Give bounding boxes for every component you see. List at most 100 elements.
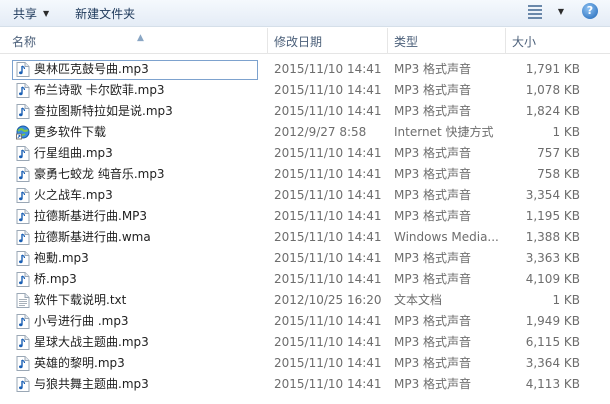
file-size: 1,078 KB — [525, 83, 580, 97]
file-size: 757 KB — [537, 146, 580, 160]
new-folder-button[interactable]: 新建文件夹 — [75, 2, 135, 25]
mp3-file-icon — [16, 377, 30, 392]
file-modified-date: 2015/11/10 14:41 — [274, 209, 382, 223]
file-name: 更多软件下载 — [34, 125, 107, 139]
file-name: 火之战车.mp3 — [34, 188, 113, 202]
file-row[interactable]: 行星组曲.mp3 2015/11/10 14:41 MP3 格式声音 757 KB — [0, 143, 610, 164]
file-row[interactable]: 拉德斯基进行曲.MP3 2015/11/10 14:41 MP3 格式声音 1,195… — [0, 206, 610, 227]
file-modified-date: 2015/11/10 14:41 — [274, 230, 382, 244]
file-row[interactable]: 软件下载说明.txt 2012/10/25 16:20 文本文档 1 KB — [0, 290, 610, 311]
share-button[interactable]: 共享 ▼ — [13, 2, 49, 25]
file-type: MP3 格式声音 — [394, 377, 472, 391]
mp3-file-icon — [16, 188, 30, 203]
file-row[interactable]: 查拉图斯特拉如是说.mp3 2015/11/10 14:41 MP3 格式声音 1,8… — [0, 101, 610, 122]
command-bar: 共享 ▼ 新建文件夹 ▼ ? — [0, 0, 610, 27]
file-name: 拉德斯基进行曲.wma — [34, 230, 151, 244]
file-row[interactable]: 布兰诗歌 卡尔欧菲.mp3 2015/11/10 14:41 MP3 格式声音 1,0… — [0, 80, 610, 101]
file-row[interactable]: 星球大战主题曲.mp3 2015/11/10 14:41 MP3 格式声音 6,115… — [0, 332, 610, 353]
file-modified-date: 2015/11/10 14:41 — [274, 167, 382, 181]
file-name: 豪勇七蛟龙 纯音乐.mp3 — [34, 167, 165, 181]
file-row[interactable]: 豪勇七蛟龙 纯音乐.mp3 2015/11/10 14:41 MP3 格式声音 758… — [0, 164, 610, 185]
column-header-size[interactable]: 大小 — [506, 28, 606, 54]
file-row[interactable]: 桥.mp3 2015/11/10 14:41 MP3 格式声音 4,109 KB — [0, 269, 610, 290]
help-icon[interactable]: ? — [582, 3, 598, 19]
file-modified-date: 2015/11/10 14:41 — [274, 356, 382, 370]
file-name: 小号进行曲 .mp3 — [34, 314, 129, 328]
file-row[interactable]: 袍勳.mp3 2015/11/10 14:41 MP3 格式声音 3,363 KB — [0, 248, 610, 269]
file-modified-date: 2015/11/10 14:41 — [274, 272, 382, 286]
file-size: 3,364 KB — [525, 356, 580, 370]
file-row[interactable]: 火之战车.mp3 2015/11/10 14:41 MP3 格式声音 3,354 KB — [0, 185, 610, 206]
file-size: 6,115 KB — [525, 335, 580, 349]
new-folder-label: 新建文件夹 — [75, 6, 136, 21]
mp3-file-icon — [16, 209, 30, 224]
file-size: 3,363 KB — [525, 251, 580, 265]
file-modified-date: 2015/11/10 14:41 — [274, 314, 382, 328]
file-modified-date: 2012/9/27 8:58 — [274, 125, 367, 139]
file-modified-date: 2015/11/10 14:41 — [274, 188, 382, 202]
file-row[interactable]: 拉德斯基进行曲.wma 2015/11/10 14:41 Windows Media… — [0, 227, 610, 248]
file-name: 桥.mp3 — [34, 272, 77, 286]
file-size: 1,388 KB — [525, 230, 580, 244]
column-header-date-label: 修改日期 — [274, 35, 323, 49]
file-type: MP3 格式声音 — [394, 104, 472, 118]
file-type: MP3 格式声音 — [394, 83, 472, 97]
mp3-file-icon — [16, 335, 30, 350]
mp3-file-icon — [16, 356, 30, 371]
file-name: 与狼共舞主题曲.mp3 — [34, 377, 149, 391]
file-type: MP3 格式声音 — [394, 62, 472, 76]
mp3-file-icon — [16, 146, 30, 161]
file-modified-date: 2015/11/10 14:41 — [274, 62, 382, 76]
file-name: 行星组曲.mp3 — [34, 146, 113, 160]
file-size: 1,791 KB — [525, 62, 580, 76]
file-modified-date: 2012/10/25 16:20 — [274, 293, 382, 307]
file-modified-date: 2015/11/10 14:41 — [274, 377, 382, 391]
file-name: 英雄的黎明.mp3 — [34, 356, 125, 370]
file-size: 1,195 KB — [525, 209, 580, 223]
file-type: Internet 快捷方式 — [394, 125, 494, 139]
file-type: MP3 格式声音 — [394, 251, 472, 265]
file-row[interactable]: 小号进行曲 .mp3 2015/11/10 14:41 MP3 格式声音 1,949 … — [0, 311, 610, 332]
file-type: MP3 格式声音 — [394, 167, 472, 181]
column-header-type[interactable]: 类型 — [388, 28, 506, 54]
internet-shortcut-icon — [16, 125, 30, 140]
file-row[interactable]: 与狼共舞主题曲.mp3 2015/11/10 14:41 MP3 格式声音 4,113… — [0, 374, 610, 395]
view-dropdown-chevron-icon[interactable]: ▼ — [558, 7, 564, 16]
mp3-file-icon — [16, 83, 30, 98]
file-size: 1,824 KB — [525, 104, 580, 118]
file-list: 奥林匹克鼓号曲.mp3 2015/11/10 14:41 MP3 格式声音 1,791… — [0, 59, 610, 395]
mp3-file-icon — [16, 167, 30, 182]
file-modified-date: 2015/11/10 14:41 — [274, 335, 382, 349]
file-name: 软件下载说明.txt — [34, 293, 127, 307]
file-row[interactable]: 更多软件下载 2012/9/27 8:58 Internet 快捷方式 1 KB — [0, 122, 610, 143]
column-header-name[interactable]: 名称 ▲ — [6, 28, 268, 54]
file-type: MP3 格式声音 — [394, 335, 472, 349]
file-type: MP3 格式声音 — [394, 356, 472, 370]
chevron-down-icon: ▼ — [43, 8, 50, 18]
file-size: 1 KB — [552, 293, 580, 307]
file-name: 拉德斯基进行曲.MP3 — [34, 209, 148, 223]
view-options-icon[interactable] — [526, 3, 544, 19]
file-name: 奥林匹克鼓号曲.mp3 — [34, 62, 149, 76]
file-type: 文本文档 — [394, 293, 443, 307]
mp3-file-icon — [16, 272, 30, 287]
file-size: 1 KB — [552, 125, 580, 139]
file-type: MP3 格式声音 — [394, 314, 472, 328]
file-modified-date: 2015/11/10 14:41 — [274, 83, 382, 97]
file-size: 3,354 KB — [525, 188, 580, 202]
column-header-size-label: 大小 — [512, 35, 537, 49]
mp3-file-icon — [16, 62, 30, 77]
column-header-date[interactable]: 修改日期 — [268, 28, 388, 54]
file-type: MP3 格式声音 — [394, 146, 472, 160]
text-file-icon — [16, 293, 30, 308]
file-name: 查拉图斯特拉如是说.mp3 — [34, 104, 173, 118]
file-modified-date: 2015/11/10 14:41 — [274, 104, 382, 118]
file-row[interactable]: 英雄的黎明.mp3 2015/11/10 14:41 MP3 格式声音 3,364 K… — [0, 353, 610, 374]
mp3-file-icon — [16, 314, 30, 329]
file-name: 布兰诗歌 卡尔欧菲.mp3 — [34, 83, 165, 97]
share-label: 共享 — [13, 6, 38, 21]
file-type: MP3 格式声音 — [394, 272, 472, 286]
file-row[interactable]: 奥林匹克鼓号曲.mp3 2015/11/10 14:41 MP3 格式声音 1,791… — [0, 59, 610, 80]
file-type: MP3 格式声音 — [394, 209, 472, 223]
file-modified-date: 2015/11/10 14:41 — [274, 146, 382, 160]
